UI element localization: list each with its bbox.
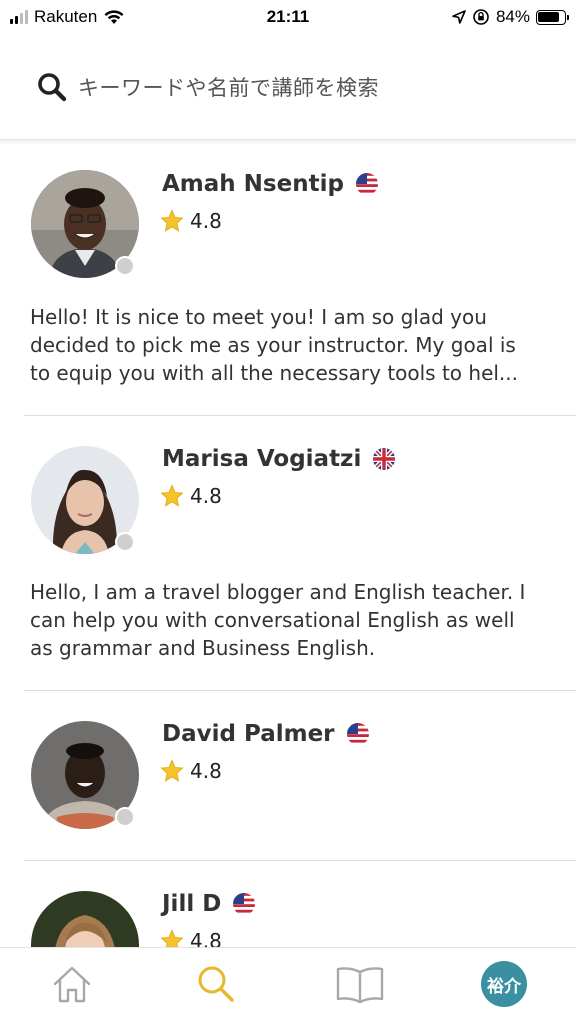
teacher-card[interactable]: Marisa Vogiatzi 4.8 Hello, I am a travel… — [24, 416, 576, 691]
us-flag-icon — [355, 173, 378, 195]
search-icon — [38, 72, 67, 101]
star-icon — [160, 929, 184, 947]
orientation-lock-icon — [473, 9, 489, 25]
teacher-avatar[interactable] — [31, 446, 139, 554]
offline-status-dot — [115, 256, 135, 276]
location-arrow-icon — [452, 10, 466, 24]
star-icon — [160, 759, 184, 782]
bottom-tab-bar: 裕介 — [0, 947, 576, 1024]
teacher-avatar[interactable] — [31, 170, 139, 278]
status-bar: Rakuten 21:11 84% — [0, 0, 576, 34]
bio-line: decided to pick me as your instructor. M… — [30, 333, 516, 357]
bio-line: Hello! It is nice to meet you! I am so g… — [30, 305, 487, 329]
offline-status-dot — [115, 807, 135, 827]
teacher-card[interactable]: Jill D 4.8 — [24, 861, 576, 947]
tab-search[interactable] — [176, 954, 256, 1014]
tab-profile[interactable]: 裕介 — [464, 954, 544, 1014]
clock: 21:11 — [266, 7, 310, 26]
profile-avatar: 裕介 — [481, 961, 527, 1007]
teacher-bio[interactable]: Hello, I am a travel blogger and English… — [30, 578, 560, 662]
bio-line: to equip you with all the necessary tool… — [30, 361, 519, 385]
tab-library[interactable] — [320, 954, 400, 1014]
battery-percentage: 84% — [495, 7, 530, 26]
teacher-rating: 4.8 — [190, 209, 222, 233]
home-icon — [53, 966, 91, 1003]
teacher-name[interactable]: Jill D — [162, 891, 221, 917]
tab-home[interactable] — [32, 954, 112, 1014]
search-input[interactable]: キーワードや名前で講師を検索 — [78, 72, 379, 102]
teacher-avatar[interactable] — [31, 891, 139, 947]
uk-flag-icon — [373, 448, 396, 470]
teacher-list[interactable]: Amah Nsentip 4.8 Hello! It is nice to me… — [0, 141, 576, 947]
teacher-bio[interactable]: Hello! It is nice to meet you! I am so g… — [30, 303, 560, 387]
carrier-name: Rakuten — [34, 7, 98, 26]
teacher-card[interactable]: David Palmer 4.8 — [24, 691, 576, 861]
star-icon — [160, 209, 184, 232]
wifi-icon — [104, 10, 124, 24]
search-bar[interactable]: キーワードや名前で講師を検索 — [0, 34, 576, 140]
teacher-rating: 4.8 — [190, 929, 222, 947]
bio-line: can help you with conversational English… — [30, 608, 515, 632]
us-flag-icon — [346, 723, 369, 745]
teacher-rating: 4.8 — [190, 759, 222, 783]
offline-status-dot — [115, 532, 135, 552]
book-icon — [336, 967, 384, 1004]
teacher-rating: 4.8 — [190, 484, 222, 508]
teacher-avatar[interactable] — [31, 721, 139, 829]
teacher-name[interactable]: Amah Nsentip — [162, 171, 344, 197]
teacher-name[interactable]: Marisa Vogiatzi — [162, 446, 361, 472]
bio-line: Hello, I am a travel blogger and English… — [30, 580, 526, 604]
teacher-card[interactable]: Amah Nsentip 4.8 Hello! It is nice to me… — [24, 141, 576, 416]
search-icon — [198, 966, 234, 1002]
star-icon — [160, 484, 184, 507]
battery-icon — [535, 9, 569, 25]
cellular-signal-icon — [10, 10, 28, 24]
bio-line: as grammar and Business English. — [30, 636, 376, 660]
teacher-name[interactable]: David Palmer — [162, 721, 335, 747]
us-flag-icon — [233, 893, 256, 915]
